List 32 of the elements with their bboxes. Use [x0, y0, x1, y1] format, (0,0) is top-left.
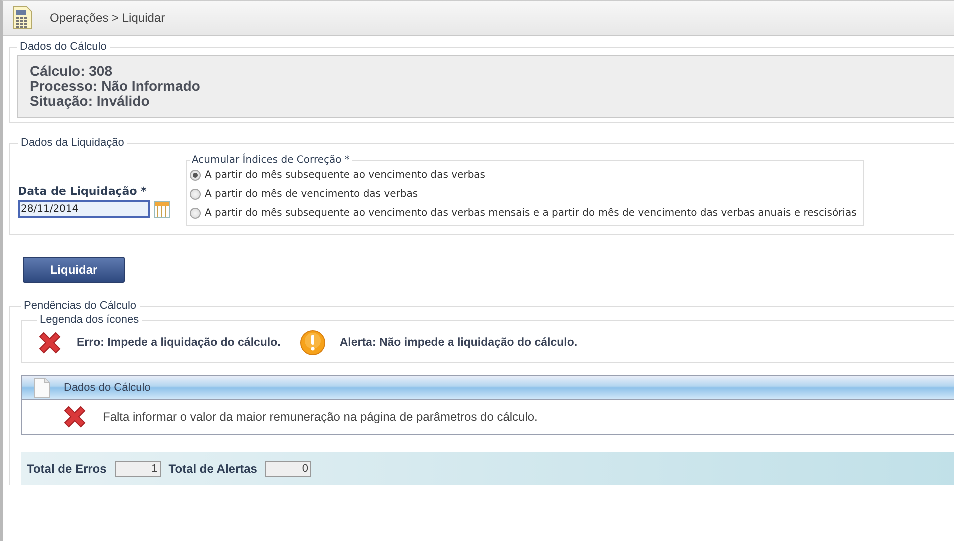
info-text: Cálculo: 308: [30, 64, 114, 79]
radio-button[interactable]: [190, 208, 201, 219]
info-text: Processo: Não Informado: [30, 79, 202, 94]
section-legend: Pendências do Cálculo: [21, 300, 140, 312]
group-legend: Acumular Índices de Correção *: [190, 155, 352, 166]
pending-message: Falta informar o valor da maior remuneração na página de parâmetros do cálculo.: [103, 410, 538, 424]
error-x-icon: [37, 330, 63, 356]
calendar-icon[interactable]: [154, 200, 170, 218]
option-label[interactable]: A partir do mês subsequente ao vencimento das verbas mensais e a partir do mês de vencimento das verbas anuais e rescisórias: [205, 208, 857, 219]
total-label: Total de Alertas: [168, 462, 258, 476]
radio-button[interactable]: [190, 189, 201, 200]
group-legend: Legenda dos ícones: [37, 314, 142, 326]
document-icon: [34, 378, 50, 398]
section-legend: Dados do Cálculo: [17, 41, 110, 53]
legend-text: Alerta: Não impede a liquidação do cálculo.: [340, 337, 578, 349]
total-field: 0: [265, 460, 312, 476]
calculator-icon: [13, 6, 33, 30]
date-field[interactable]: 28/11/2014: [18, 200, 150, 218]
total-label: Total de Erros: [27, 462, 107, 476]
info-text: Situação: Inválido: [30, 94, 151, 109]
option-label[interactable]: A partir do mês subsequente ao vencimento das verbas: [205, 170, 486, 181]
liquidar-button[interactable]: Liquidar: [23, 257, 125, 283]
group-title: Dados do Cálculo: [64, 382, 151, 394]
error-x-icon: [62, 404, 88, 430]
radio-button[interactable]: [190, 170, 201, 181]
legend-text: Erro: Impede a liquidação do cálculo.: [77, 337, 281, 349]
breadcrumb: Operações > Liquidar: [50, 11, 166, 25]
option-label[interactable]: A partir do mês de vencimento das verbas: [205, 189, 418, 200]
total-field: 1: [114, 460, 161, 476]
field-label: Data de Liquidação *: [18, 185, 148, 198]
alert-icon: [300, 330, 326, 356]
section-legend: Dados da Liquidação: [18, 137, 128, 149]
